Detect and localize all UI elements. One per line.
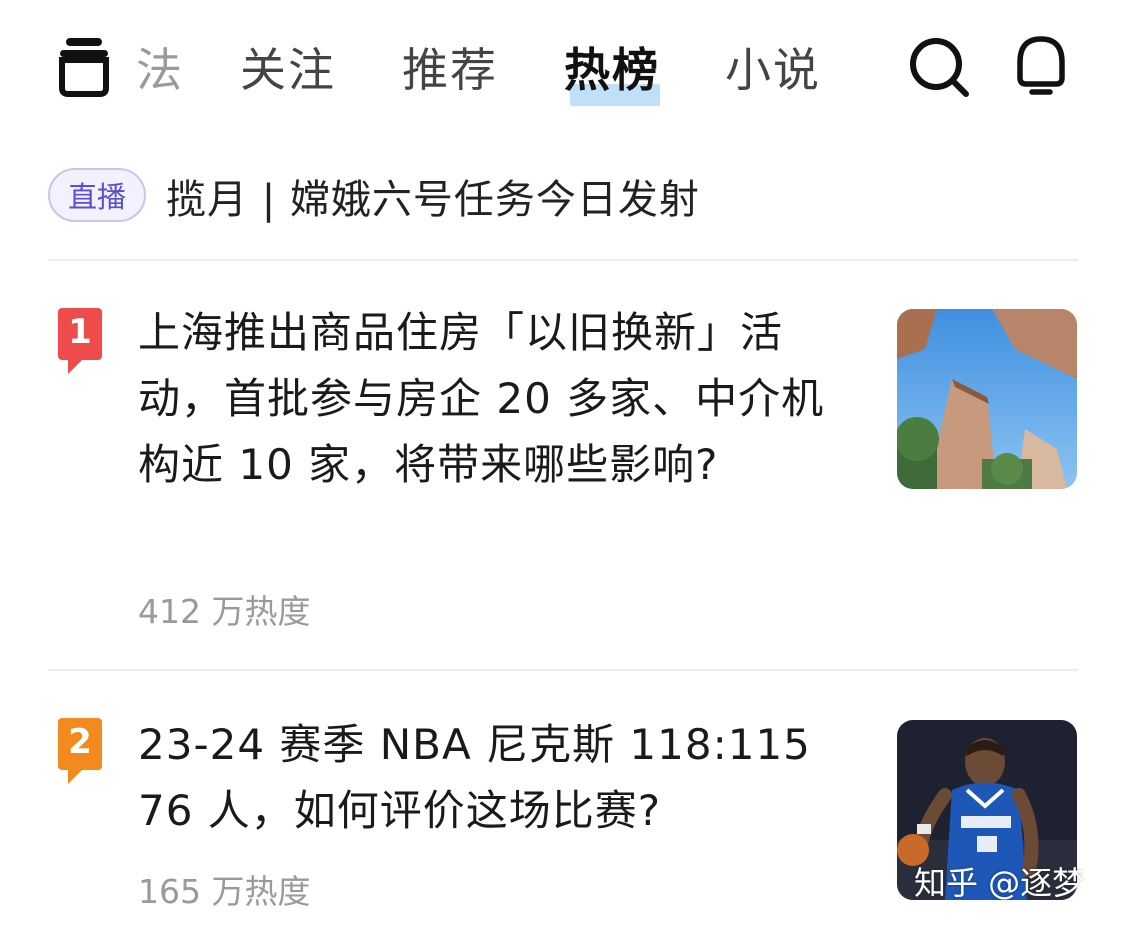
rank-badge: 1 <box>58 308 102 374</box>
watermark: 知乎 @逐梦 <box>914 864 1085 902</box>
bell-icon[interactable] <box>1012 34 1070 98</box>
top-nav-bar: 法 关注 推荐 热榜 小说 <box>0 0 1125 130</box>
heat-count: 412 万热度 <box>138 592 311 631</box>
live-title: 揽月 | 嫦娥六号任务今日发射 <box>166 177 700 223</box>
divider <box>48 259 1078 261</box>
tab-recommended[interactable]: 推荐 <box>402 34 498 100</box>
rank-badge: 2 <box>58 718 102 784</box>
search-icon[interactable] <box>908 36 970 98</box>
item-title[interactable]: 上海推出商品住房「以旧换新」活动，首批参与房企 20 多家、中介机构近 10 家… <box>138 300 858 498</box>
live-banner[interactable]: 直播 揽月 | 嫦娥六号任务今日发射 <box>48 165 1078 225</box>
building-thumbnail[interactable] <box>897 309 1077 489</box>
tab-hot-list[interactable]: 热榜 <box>564 34 660 100</box>
tab-partial[interactable]: 法 <box>136 34 184 100</box>
item-title[interactable]: 23-24 赛季 NBA 尼克斯 118:115 76 人，如何评价这场比赛? <box>138 712 858 844</box>
tab-following[interactable]: 关注 <box>240 34 336 100</box>
live-badge: 直播 <box>48 168 146 222</box>
divider <box>48 669 1078 671</box>
home-jar-icon[interactable] <box>56 36 112 98</box>
heat-count: 165 万热度 <box>138 872 311 911</box>
tab-novels[interactable]: 小说 <box>725 34 821 100</box>
